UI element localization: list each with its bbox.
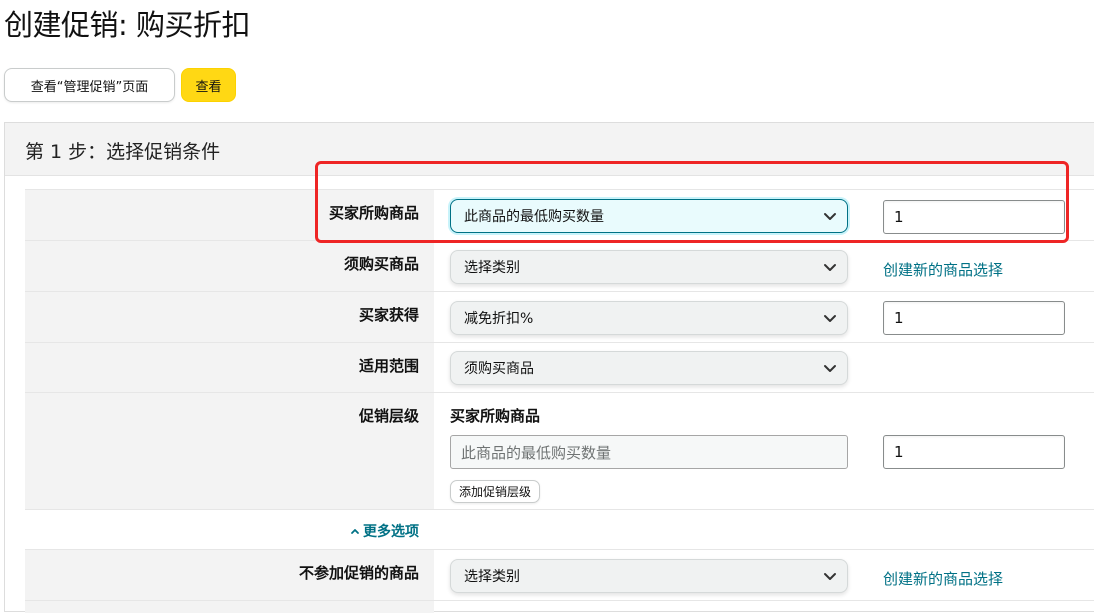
create-excluded-selection-link[interactable]: 创建新的商品选择 <box>883 568 1003 589</box>
row-applies-to: 适用范围 须购买商品 <box>25 342 1094 392</box>
row-label: 适用范围 <box>358 357 419 375</box>
row-promotion-tiers: 促销层级 买家所购商品 此商品的最低购买数量 1 添加促销层级 <box>25 392 1094 509</box>
more-options-toggle[interactable]: 更多选项 <box>350 521 419 541</box>
chevron-up-icon <box>351 529 359 534</box>
step-header: 第 1 步：选择促销条件 <box>5 123 1094 176</box>
select-value: 选择类别 <box>464 260 520 276</box>
row-label: 买家获得 <box>358 306 419 324</box>
row-label: 不参加促销的商品 <box>298 564 419 582</box>
chevron-down-icon <box>824 573 836 580</box>
select-value: 须购买商品 <box>464 361 534 377</box>
more-options-label: 更多选项 <box>363 524 419 540</box>
step-title: 第 1 步：选择促销条件 <box>25 141 221 163</box>
row-label: 须购买商品 <box>343 255 419 273</box>
select-value: 此商品的最低购买数量 <box>464 209 604 225</box>
step-panel: 第 1 步：选择促销条件 买家所购商品 此商品的最低购买数量 1 须购买商品 选… <box>4 122 1094 613</box>
row-divider <box>25 600 1094 613</box>
tier-quantity-input[interactable]: 1 <box>883 435 1065 469</box>
row-excluded-items: 不参加促销的商品 选择类别 创建新的商品选择 <box>25 549 1094 600</box>
row-more-options: 更多选项 <box>25 509 1094 549</box>
buyer-gets-select[interactable]: 减免折扣% <box>450 301 848 335</box>
discount-percent-input[interactable]: 1 <box>883 301 1065 335</box>
buyer-purchases-select[interactable]: 此商品的最低购买数量 <box>450 199 848 233</box>
row-buyer-purchases: 买家所购商品 此商品的最低购买数量 1 <box>25 189 1094 240</box>
view-button[interactable]: 查看 <box>181 68 236 102</box>
row-required-items: 须购买商品 选择类别 创建新的商品选择 <box>25 240 1094 291</box>
applies-to-select[interactable]: 须购买商品 <box>450 351 848 385</box>
chevron-down-icon <box>824 213 836 220</box>
chevron-down-icon <box>824 264 836 271</box>
page-title: 创建促销: 购买折扣 <box>4 8 251 42</box>
tier-condition-field: 此商品的最低购买数量 <box>450 435 848 469</box>
select-value: 减免折扣% <box>464 311 534 327</box>
chevron-down-icon <box>824 365 836 372</box>
row-buyer-gets: 买家获得 减免折扣% 1 <box>25 291 1094 342</box>
tier-sub-heading: 买家所购商品 <box>450 407 541 425</box>
excluded-items-select[interactable]: 选择类别 <box>450 559 848 593</box>
buyer-purchases-quantity-input[interactable]: 1 <box>883 200 1065 234</box>
select-value: 选择类别 <box>464 569 520 585</box>
row-label: 买家所购商品 <box>328 204 419 222</box>
chevron-down-icon <box>824 315 836 322</box>
create-product-selection-link[interactable]: 创建新的商品选择 <box>883 259 1003 280</box>
add-promotion-tier-button[interactable]: 添加促销层级 <box>450 480 541 503</box>
view-manage-promotions-button[interactable]: 查看“管理促销”页面 <box>4 68 175 102</box>
required-items-select[interactable]: 选择类别 <box>450 250 848 284</box>
row-label: 促销层级 <box>358 407 419 425</box>
